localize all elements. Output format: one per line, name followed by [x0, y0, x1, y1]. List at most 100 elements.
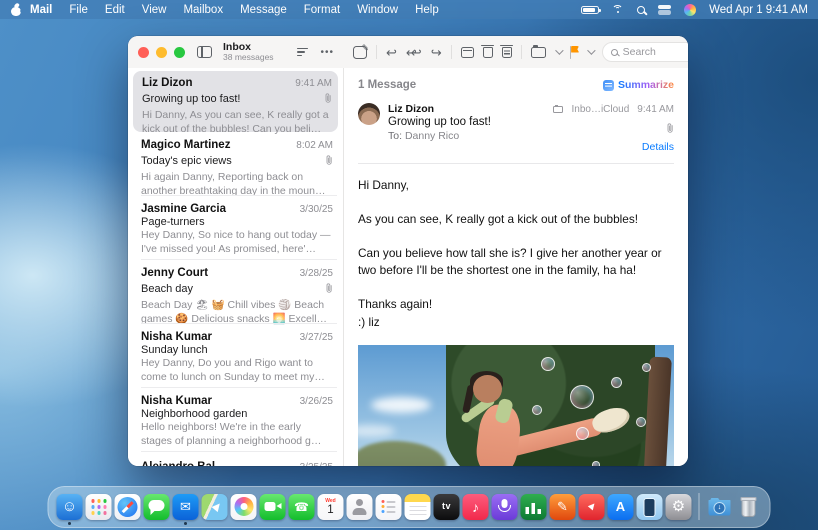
compose-icon[interactable]: [353, 46, 367, 59]
dock-item-reminders[interactable]: [376, 494, 402, 520]
reply-icon[interactable]: ↩: [386, 46, 397, 59]
body-paragraph: Can you believe how tall she is? I give …: [358, 245, 674, 280]
games-icon: ▲: [584, 499, 599, 514]
control-center-icon[interactable]: [658, 5, 671, 15]
mailbox-title-block: Inbox 38 messages: [223, 42, 274, 63]
junk-icon[interactable]: [502, 47, 512, 58]
header-paperclip-icon: [553, 118, 674, 140]
message-row-nisha-kumar-2[interactable]: Nisha Kumar3/26/25 Neighborhood garden H…: [128, 388, 343, 452]
attachment-photo[interactable]: [358, 345, 674, 466]
dock-item-music[interactable]: ♪: [463, 494, 489, 520]
menu-help[interactable]: Help: [415, 4, 439, 16]
message-preview: Beach Day 🏖 🧺 Chill vibes 🏐 Beach games …: [141, 299, 333, 326]
menu-bar-clock[interactable]: Wed Apr 1 9:41 AM: [709, 4, 808, 16]
dock-item-launchpad[interactable]: [86, 494, 112, 520]
sender-name: Jasmine Garcia: [141, 203, 226, 215]
folder-chevron-icon[interactable]: [555, 46, 563, 54]
menu-mail[interactable]: Mail: [30, 4, 52, 16]
body-signature: :) liz: [358, 314, 674, 332]
sidebar-toggle-icon[interactable]: [197, 46, 212, 58]
dock-item-facetime[interactable]: [260, 494, 286, 520]
dock-item-app-store[interactable]: A: [608, 494, 634, 520]
wifi-icon[interactable]: [612, 5, 624, 15]
menu-mailbox[interactable]: Mailbox: [183, 4, 223, 16]
message-row-partial[interactable]: Alejandro Bal…3/25/25: [128, 452, 343, 466]
message-row-magico-martinez[interactable]: Magico Martinez8:02 AM Today's epic view…: [128, 132, 343, 196]
message-row-nisha-kumar-1[interactable]: Nisha Kumar3/27/25 Sunday lunch Hey Dann…: [128, 324, 343, 388]
dock-item-pages[interactable]: ✎: [550, 494, 576, 520]
search-input[interactable]: Search: [602, 42, 688, 62]
menu-edit[interactable]: Edit: [105, 4, 125, 16]
sender-name: Jenny Court: [141, 267, 208, 279]
dock-divider: [699, 493, 700, 520]
dock-item-notes[interactable]: [405, 494, 431, 520]
minimize-button[interactable]: [156, 47, 167, 58]
flag-chevron-icon[interactable]: [587, 46, 595, 54]
paperclip-icon: [324, 90, 332, 108]
dock-item-mail[interactable]: ✉: [173, 494, 199, 520]
battery-icon[interactable]: [581, 6, 599, 14]
dock-item-downloads[interactable]: [707, 494, 733, 520]
dock-item-finder[interactable]: ☺: [57, 494, 83, 520]
dock-item-podcasts[interactable]: [492, 494, 518, 520]
zoom-button[interactable]: [174, 47, 185, 58]
message-preview: Hello neighbors! We're in the early stag…: [141, 421, 333, 448]
dock-item-maps[interactable]: [202, 494, 228, 520]
flag-icon[interactable]: [570, 46, 580, 59]
header-mailbox: Inbo…iCloud: [571, 103, 629, 117]
sender-name: Magico Martinez: [141, 139, 230, 151]
mail-icon: ✉: [180, 500, 191, 513]
dock-item-calendar[interactable]: Wed1: [318, 494, 344, 520]
more-icon[interactable]: •••: [320, 47, 334, 58]
close-button[interactable]: [138, 47, 149, 58]
menu-file[interactable]: File: [69, 4, 88, 16]
dock-item-contacts[interactable]: [347, 494, 373, 520]
music-icon: ♪: [472, 500, 479, 514]
window-titlebar: Inbox 38 messages ••• ↩ ↩↩ ↪: [128, 36, 688, 68]
dock-item-messages[interactable]: [144, 494, 170, 520]
menu-view[interactable]: View: [142, 4, 167, 16]
message-row-liz-dizon[interactable]: Liz Dizon9:41 AM Growing up too fast! Hi…: [133, 71, 338, 132]
move-to-folder-icon[interactable]: [531, 47, 546, 58]
body-paragraph: Hi Danny,: [358, 177, 674, 195]
photo-girl: [473, 375, 501, 403]
dock-item-safari[interactable]: [115, 494, 141, 520]
filter-icon[interactable]: [297, 48, 308, 57]
menu-message[interactable]: Message: [240, 4, 287, 16]
sender-avatar: [358, 103, 380, 125]
dock-item-iphone-mirroring[interactable]: [637, 494, 663, 520]
body-paragraph: As you can see, K really got a kick out …: [358, 211, 674, 229]
running-indicator: [184, 522, 187, 525]
message-time: 8:02 AM: [296, 140, 333, 151]
dock-item-phone[interactable]: ☎: [289, 494, 315, 520]
trash-icon[interactable]: [483, 47, 493, 58]
dock-item-games[interactable]: ▲: [579, 494, 605, 520]
siri-icon[interactable]: [684, 4, 696, 16]
phone-icon: ☎: [294, 501, 309, 513]
message-preview: Hey Danny, So nice to hang out today —I'…: [141, 229, 333, 256]
dock-item-tv[interactable]: tv: [434, 494, 460, 520]
message-row-jasmine-garcia[interactable]: Jasmine Garcia3/30/25 Page-turners Hey D…: [128, 196, 343, 260]
sender-name: Liz Dizon: [142, 77, 192, 89]
message-subject: Beach day: [141, 283, 193, 295]
dock-item-photos[interactable]: [231, 494, 257, 520]
summarize-button[interactable]: Summarize: [603, 79, 674, 91]
menu-window[interactable]: Window: [357, 4, 398, 16]
status-bar: Wed Apr 1 9:41 AM: [581, 4, 808, 16]
message-time: 3/27/25: [300, 332, 333, 343]
tv-icon: tv: [442, 502, 451, 511]
dock-item-system-settings[interactable]: ⚙: [666, 494, 692, 520]
search-icon[interactable]: [637, 6, 645, 14]
app-menus: Mail File Edit View Mailbox Message Form…: [30, 4, 439, 16]
details-link[interactable]: Details: [553, 140, 674, 154]
apple-menu-icon[interactable]: [10, 3, 22, 16]
mailbox-folder-icon: [553, 106, 563, 113]
summarize-icon: [603, 80, 614, 91]
reply-all-icon[interactable]: ↩↩: [406, 46, 422, 59]
message-row-jenny-court[interactable]: Jenny Court3/28/25 Beach day Beach Day 🏖…: [128, 260, 343, 324]
dock-item-numbers[interactable]: [521, 494, 547, 520]
forward-icon[interactable]: ↪: [431, 46, 442, 59]
dock-item-trash[interactable]: [736, 494, 762, 520]
archive-icon[interactable]: [461, 47, 474, 58]
menu-format[interactable]: Format: [304, 4, 340, 16]
